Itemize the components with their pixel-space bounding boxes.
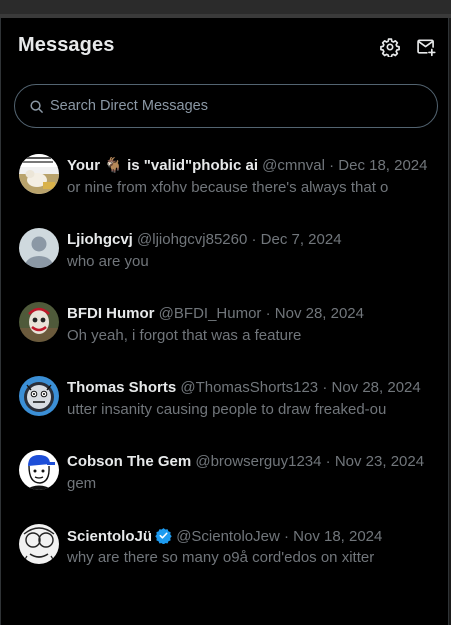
messages-panel: Messages Search Direct Messages Your 🐐 i… <box>0 18 449 625</box>
conversation-header: ScientoloJü @ScientoloJew · Nov 18, 2024 <box>67 527 431 549</box>
conversation-name: Thomas Shorts <box>67 379 177 396</box>
conversation-date: Dec 18, 2024 <box>338 157 428 174</box>
avatar[interactable] <box>19 376 59 416</box>
message-preview: gem <box>67 475 97 492</box>
conversation-handle: @cmnval <box>262 157 325 174</box>
avatar[interactable] <box>19 228 59 268</box>
conversation-date: Dec 7, 2024 <box>260 231 342 248</box>
conversation-handle: @ljiohgcvj85260 <box>137 231 248 248</box>
conversation-handle: @ThomasShorts123 <box>180 379 319 396</box>
avatar[interactable] <box>19 524 59 564</box>
conversation-name: Cobson The Gem <box>67 453 192 470</box>
conversation-item[interactable]: BFDI Humor @BFDI_Humor · Nov 28, 2024 Oh… <box>1 286 448 360</box>
separator-dot: · <box>322 379 328 396</box>
message-preview: who are you <box>67 253 149 270</box>
conversation-date: Nov 28, 2024 <box>274 305 364 322</box>
conversation-name: Your 🐐 is "valid"phobic ai <box>67 157 258 174</box>
messages-header: Messages <box>1 18 448 74</box>
separator-dot: · <box>251 231 257 248</box>
message-preview: why are there so many o9å cord'edos on x… <box>67 549 375 566</box>
conversation-handle: @BFDI_Humor <box>158 305 262 322</box>
conversation-header: Cobson The Gem @browserguy1234 · Nov 23,… <box>67 453 431 471</box>
conversation-header: Thomas Shorts @ThomasShorts123 · Nov 28,… <box>67 379 431 397</box>
conversation-name: BFDI Humor <box>67 305 155 322</box>
avatar[interactable] <box>19 154 59 194</box>
search-icon <box>28 98 44 114</box>
conversation-item[interactable]: Your 🐐 is "valid"phobic ai @cmnval · Dec… <box>1 138 448 212</box>
conversation-handle: @ScientoloJew <box>176 528 280 545</box>
conversation-item[interactable]: ScientoloJü @ScientoloJew · Nov 18, 2024… <box>1 508 448 582</box>
conversation-item[interactable]: Thomas Shorts @ThomasShorts123 · Nov 28,… <box>1 360 448 434</box>
conversation-list: Your 🐐 is "valid"phobic ai @cmnval · Dec… <box>1 138 448 582</box>
conversation-name: Ljiohgcvj <box>67 231 133 248</box>
message-preview: Oh yeah, i forgot that was a feature <box>67 327 302 344</box>
conversation-header: Your 🐐 is "valid"phobic ai @cmnval · Dec… <box>67 157 431 175</box>
conversation-date: Nov 18, 2024 <box>293 528 383 545</box>
avatar[interactable] <box>19 450 59 490</box>
conversation-date: Nov 23, 2024 <box>334 453 425 470</box>
gear-icon[interactable] <box>379 36 401 58</box>
search-bar[interactable] <box>14 84 438 128</box>
conversation-date: Nov 28, 2024 <box>331 379 421 396</box>
separator-dot: · <box>283 528 289 545</box>
window-top-strip <box>0 0 451 18</box>
conversation-handle: @browserguy1234 <box>195 453 322 470</box>
search-input[interactable] <box>50 98 420 114</box>
conversation-header: BFDI Humor @BFDI_Humor · Nov 28, 2024 <box>67 305 431 323</box>
conversation-header: Ljiohgcvj @ljiohgcvj85260 · Dec 7, 2024 <box>67 231 431 249</box>
conversation-item[interactable]: Ljiohgcvj @ljiohgcvj85260 · Dec 7, 2024 … <box>1 212 448 286</box>
message-preview: utter insanity causing people to draw fr… <box>67 401 387 418</box>
page-title: Messages <box>18 34 115 56</box>
new-message-icon[interactable] <box>415 36 437 58</box>
separator-dot: · <box>329 157 335 174</box>
separator-dot: · <box>265 305 271 322</box>
conversation-name: ScientoloJü <box>67 528 153 545</box>
separator-dot: · <box>325 453 331 470</box>
avatar[interactable] <box>19 302 59 342</box>
verified-badge-icon <box>155 527 172 549</box>
conversation-item[interactable]: Cobson The Gem @browserguy1234 · Nov 23,… <box>1 434 448 508</box>
message-preview: or nine from xfohv because there's alway… <box>67 179 389 196</box>
